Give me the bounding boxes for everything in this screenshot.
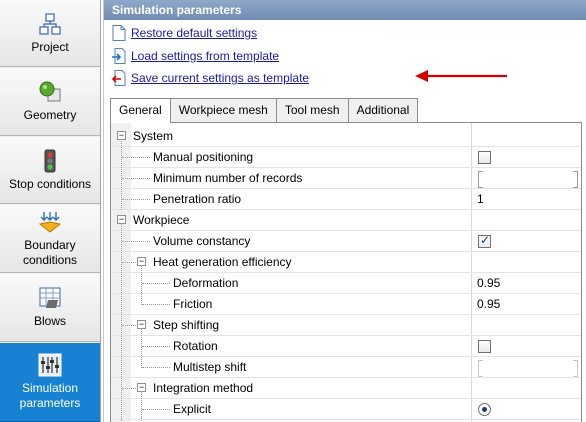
- param-label: Rotation: [173, 336, 218, 356]
- tree-row-workpiece: − Workpiece: [111, 210, 581, 231]
- tree-connector: [122, 325, 136, 326]
- tree-connector: [122, 262, 136, 263]
- tree-connector: [122, 199, 150, 200]
- sidebar-item-geometry[interactable]: Geometry: [0, 68, 100, 136]
- tree-connector: [142, 367, 170, 368]
- param-label: Deformation: [173, 273, 239, 293]
- restore-defaults-row: Restore default settings: [112, 24, 257, 42]
- geometry-icon: [38, 80, 62, 104]
- tree-row-rotation: Rotation: [111, 336, 581, 357]
- tree-group-label: System: [133, 129, 174, 143]
- sidebar: Project Geometry Stop conditions Boundar…: [0, 0, 101, 422]
- tree-row-multistep-shift: Multistep shift: [111, 357, 581, 378]
- tree-row-system: − System: [111, 126, 581, 147]
- load-template-link[interactable]: Load settings from template: [131, 49, 279, 63]
- rotation-checkbox[interactable]: [478, 340, 491, 353]
- sidebar-item-label: Stop conditions: [8, 176, 92, 191]
- sidebar-item-label: Boundary conditions: [22, 237, 78, 267]
- friction-value[interactable]: 0.95: [471, 294, 581, 314]
- tree-connector: [121, 223, 122, 422]
- param-label: Friction: [173, 294, 213, 314]
- boundary-arrows-icon: [38, 210, 62, 234]
- tree-connector: [141, 328, 142, 368]
- restore-defaults-link[interactable]: Restore default settings: [131, 26, 257, 40]
- panel-title: Simulation parameters: [104, 0, 586, 20]
- manual-positioning-checkbox[interactable]: [478, 151, 491, 164]
- tree-connector: [141, 391, 142, 422]
- save-template-row: Save current settings as template: [111, 69, 309, 87]
- tree-row-manual-positioning: Manual positioning: [111, 147, 581, 168]
- tree-row-volume-constancy: Volume constancy: [111, 231, 581, 252]
- tree-connector: [122, 157, 150, 158]
- traffic-light-icon: [38, 149, 62, 173]
- param-label: Penetration ratio: [153, 189, 242, 209]
- multistep-shift-input[interactable]: [478, 360, 578, 377]
- param-label: Explicit: [173, 399, 212, 419]
- param-label: Multistep shift: [173, 357, 247, 377]
- deformation-value[interactable]: 0.95: [471, 273, 581, 293]
- sidebar-item-label: Simulation parameters: [19, 381, 81, 410]
- tree-connector: [122, 388, 136, 389]
- param-label: Volume constancy: [153, 231, 251, 251]
- tree-connector: [122, 241, 150, 242]
- tree-group-label: Step shifting: [153, 318, 220, 332]
- tab-general[interactable]: General: [110, 98, 171, 123]
- tree-row-min-records: Minimum number of records: [111, 168, 581, 189]
- tree-connector: [141, 265, 142, 305]
- red-arrow-annotation: [415, 70, 507, 82]
- tree-row-explicit: Explicit: [111, 399, 581, 420]
- tree-connector: [142, 409, 170, 410]
- sidebar-item-blows[interactable]: Blows: [0, 274, 100, 342]
- parameter-tree-grid: − System Manual positioning Minimum numb…: [110, 122, 582, 422]
- tree-group-label: Heat generation efficiency: [153, 255, 292, 269]
- settings-tabs: General Workpiece mesh Tool mesh Additio…: [110, 98, 419, 123]
- tree-group-label: Workpiece: [133, 213, 190, 227]
- save-template-icon: [111, 70, 126, 86]
- tree-row-penetration-ratio: Penetration ratio 1: [111, 189, 581, 210]
- tree-connector: [142, 304, 170, 305]
- sidebar-item-stop-conditions[interactable]: Stop conditions: [0, 137, 100, 204]
- tree-row-friction: Friction 0.95: [111, 294, 581, 315]
- param-label: Manual positioning: [153, 147, 254, 167]
- document-icon: [112, 25, 126, 41]
- tree-row-deformation: Deformation 0.95: [111, 273, 581, 294]
- tree-group-label: Integration method: [153, 381, 254, 395]
- penetration-ratio-value[interactable]: 1: [471, 189, 581, 209]
- tree-row-heat-generation: − Heat generation efficiency: [111, 252, 581, 273]
- volume-constancy-checkbox[interactable]: [478, 233, 491, 248]
- tree-connector: [142, 346, 170, 347]
- param-label: Minimum number of records: [153, 168, 303, 188]
- sidebar-item-label: Geometry: [23, 108, 77, 122]
- tree-row-step-shifting: − Step shifting: [111, 315, 581, 336]
- sidebar-item-project[interactable]: Project: [0, 0, 100, 67]
- explicit-radio[interactable]: [478, 403, 491, 416]
- tab-tool-mesh[interactable]: Tool mesh: [275, 98, 349, 122]
- main-panel: Simulation parameters Restore default se…: [103, 0, 586, 422]
- tree-connector: [122, 178, 150, 179]
- tab-additional[interactable]: Additional: [347, 98, 419, 122]
- sidebar-item-boundary-conditions[interactable]: Boundary conditions: [0, 205, 100, 273]
- sliders-icon: [38, 353, 62, 377]
- blows-icon: [38, 286, 62, 310]
- save-template-link[interactable]: Save current settings as template: [131, 71, 309, 85]
- sidebar-item-label: Project: [31, 39, 69, 54]
- tree-connector: [142, 283, 170, 284]
- min-records-input[interactable]: [478, 171, 578, 188]
- sidebar-item-label: Blows: [33, 314, 66, 328]
- load-template-icon: [112, 48, 126, 64]
- tab-workpiece-mesh[interactable]: Workpiece mesh: [169, 98, 277, 122]
- project-icon: [38, 12, 62, 36]
- tree-row-integration-method: − Integration method: [111, 378, 581, 399]
- sidebar-item-simulation-parameters[interactable]: Simulation parameters: [0, 343, 100, 422]
- load-template-row: Load settings from template: [112, 47, 279, 65]
